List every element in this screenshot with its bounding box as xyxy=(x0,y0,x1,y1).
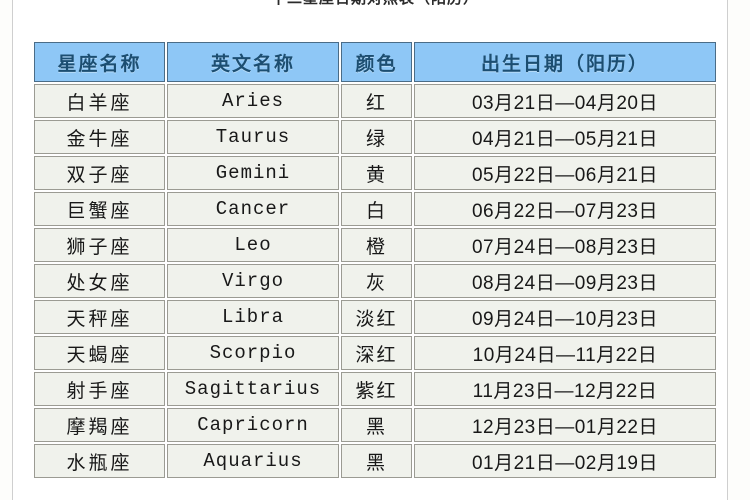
cell-english-name: Virgo xyxy=(167,264,339,298)
cell-birth-date: 09月24日—10月23日 xyxy=(414,300,716,334)
cell-english-name: Aries xyxy=(167,84,339,118)
cell-color: 黑 xyxy=(341,444,412,478)
page-title: 十二星座日期对照表（阳历） xyxy=(0,0,750,8)
table-row: 金牛座 Taurus 绿 04月21日—05月21日 xyxy=(34,120,716,154)
cell-english-name: Libra xyxy=(167,300,339,334)
table-row: 双子座 Gemini 黄 05月22日—06月21日 xyxy=(34,156,716,190)
cell-birth-date: 01月21日—02月19日 xyxy=(414,444,716,478)
table-row: 巨蟹座 Cancer 白 06月22日—07月23日 xyxy=(34,192,716,226)
cell-english-name: Taurus xyxy=(167,120,339,154)
table-row: 处女座 Virgo 灰 08月24日—09月23日 xyxy=(34,264,716,298)
cell-english-name: Cancer xyxy=(167,192,339,226)
cell-color: 红 xyxy=(341,84,412,118)
cell-english-name: Capricorn xyxy=(167,408,339,442)
cell-color: 淡红 xyxy=(341,300,412,334)
cell-color: 橙 xyxy=(341,228,412,262)
cell-birth-date: 07月24日—08月23日 xyxy=(414,228,716,262)
table-row: 摩羯座 Capricorn 黑 12月23日—01月22日 xyxy=(34,408,716,442)
page-rule-left xyxy=(12,0,13,500)
cell-zodiac-name: 天蝎座 xyxy=(34,336,165,370)
cell-zodiac-name: 水瓶座 xyxy=(34,444,165,478)
cell-english-name: Sagittarius xyxy=(167,372,339,406)
column-header-english-name: 英文名称 xyxy=(167,42,339,82)
cell-color: 深红 xyxy=(341,336,412,370)
cell-zodiac-name: 狮子座 xyxy=(34,228,165,262)
page-rule-right xyxy=(727,0,728,500)
cell-birth-date: 10月24日—11月22日 xyxy=(414,336,716,370)
cell-english-name: Leo xyxy=(167,228,339,262)
table-row: 水瓶座 Aquarius 黑 01月21日—02月19日 xyxy=(34,444,716,478)
cell-color: 白 xyxy=(341,192,412,226)
cell-birth-date: 05月22日—06月21日 xyxy=(414,156,716,190)
cell-birth-date: 11月23日—12月22日 xyxy=(414,372,716,406)
cell-english-name: Gemini xyxy=(167,156,339,190)
cell-color: 黑 xyxy=(341,408,412,442)
table-row: 天蝎座 Scorpio 深红 10月24日—11月22日 xyxy=(34,336,716,370)
cell-birth-date: 04月21日—05月21日 xyxy=(414,120,716,154)
table-body: 白羊座 Aries 红 03月21日—04月20日 金牛座 Taurus 绿 04月21日—0… xyxy=(34,84,716,478)
cell-color: 黄 xyxy=(341,156,412,190)
table-header-row: 星座名称 英文名称 颜色 出生日期（阳历） xyxy=(34,42,716,82)
cell-english-name: Aquarius xyxy=(167,444,339,478)
cell-color: 绿 xyxy=(341,120,412,154)
table-row: 射手座 Sagittarius 紫红 11月23日—12月22日 xyxy=(34,372,716,406)
cell-zodiac-name: 射手座 xyxy=(34,372,165,406)
table-row: 天秤座 Libra 淡红 09月24日—10月23日 xyxy=(34,300,716,334)
cell-zodiac-name: 摩羯座 xyxy=(34,408,165,442)
cell-zodiac-name: 天秤座 xyxy=(34,300,165,334)
cell-color: 紫红 xyxy=(341,372,412,406)
page-title-strip: 十二星座日期对照表（阳历） xyxy=(0,0,750,11)
column-header-zodiac-name: 星座名称 xyxy=(34,42,165,82)
cell-color: 灰 xyxy=(341,264,412,298)
column-header-birth-date: 出生日期（阳历） xyxy=(414,42,716,82)
cell-zodiac-name: 金牛座 xyxy=(34,120,165,154)
table-header: 星座名称 英文名称 颜色 出生日期（阳历） xyxy=(34,42,716,82)
cell-zodiac-name: 双子座 xyxy=(34,156,165,190)
table-row: 狮子座 Leo 橙 07月24日—08月23日 xyxy=(34,228,716,262)
cell-birth-date: 06月22日—07月23日 xyxy=(414,192,716,226)
cell-english-name: Scorpio xyxy=(167,336,339,370)
column-header-color: 颜色 xyxy=(341,42,412,82)
cell-birth-date: 12月23日—01月22日 xyxy=(414,408,716,442)
cell-birth-date: 08月24日—09月23日 xyxy=(414,264,716,298)
table-row: 白羊座 Aries 红 03月21日—04月20日 xyxy=(34,84,716,118)
cell-zodiac-name: 巨蟹座 xyxy=(34,192,165,226)
cell-zodiac-name: 白羊座 xyxy=(34,84,165,118)
cell-birth-date: 03月21日—04月20日 xyxy=(414,84,716,118)
cell-zodiac-name: 处女座 xyxy=(34,264,165,298)
zodiac-date-table: 星座名称 英文名称 颜色 出生日期（阳历） 白羊座 Aries 红 03月21日—04… xyxy=(32,40,718,480)
